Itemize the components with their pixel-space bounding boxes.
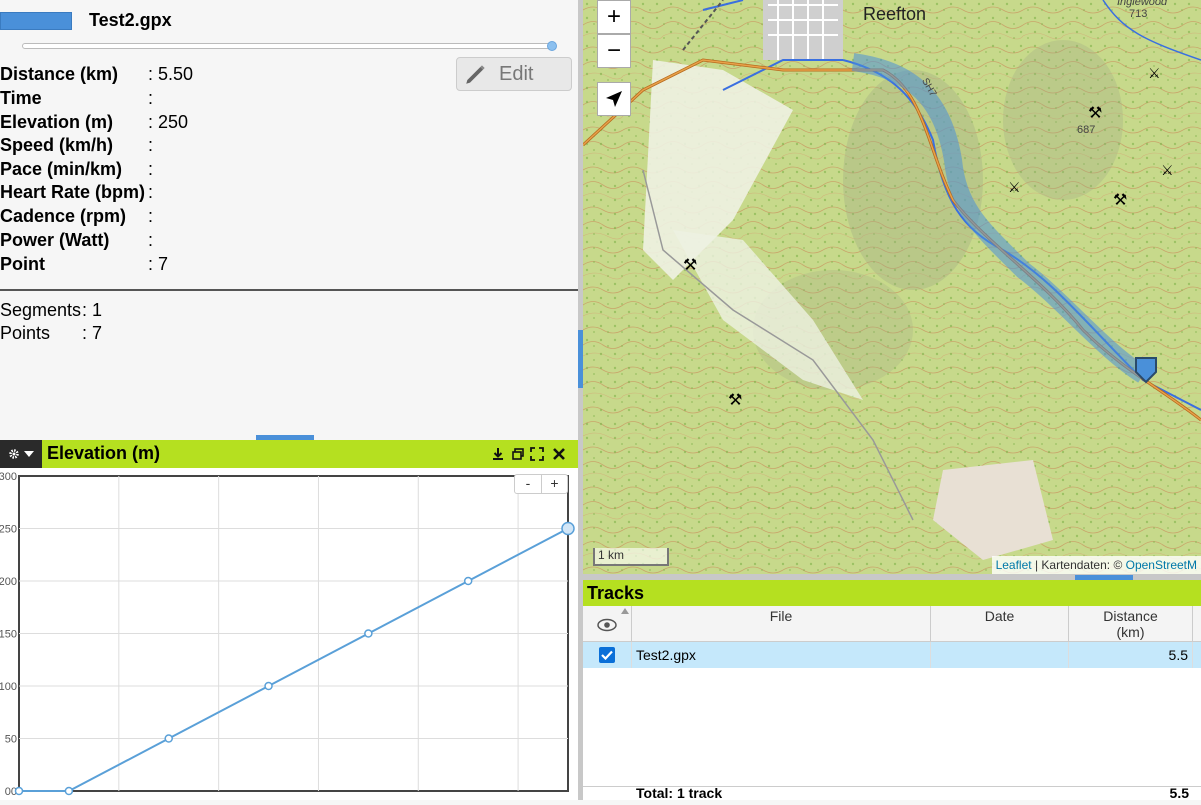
y-tick-label: 50 bbox=[5, 734, 17, 746]
map-zoom-in-button[interactable]: + bbox=[597, 0, 631, 34]
svg-text:⚒: ⚒ bbox=[728, 390, 742, 409]
map-label-town: Reefton bbox=[863, 4, 927, 24]
edit-button[interactable]: Edit bbox=[456, 57, 572, 91]
sort-arrow-icon bbox=[621, 608, 629, 614]
date-column-header[interactable]: Date bbox=[931, 606, 1069, 642]
elevation-point bbox=[561, 521, 575, 536]
chart-zoom-out-button[interactable]: - bbox=[515, 475, 541, 493]
close-icon[interactable] bbox=[552, 447, 566, 461]
file-cell: Test2.gpx bbox=[632, 642, 931, 668]
divider bbox=[0, 289, 578, 291]
gear-icon bbox=[9, 449, 19, 459]
footer-total-label: Total: 1 track bbox=[636, 785, 723, 801]
track-range-slider[interactable] bbox=[22, 41, 557, 51]
elevation-point bbox=[463, 576, 473, 586]
tracks-header: Tracks bbox=[583, 580, 1201, 606]
leaflet-link[interactable]: Leaflet bbox=[996, 558, 1032, 572]
y-tick-label: 100 bbox=[0, 681, 17, 693]
slider-handle[interactable] bbox=[547, 41, 557, 51]
elevation-header: Elevation (m) bbox=[0, 440, 578, 468]
tracks-title: Tracks bbox=[587, 583, 645, 603]
map-view[interactable]: ⚒ ⚒ ⚒ ⚒ ⚔ ⚔ ⚔ Reefton Inglewood 713 687 … bbox=[583, 0, 1201, 574]
stat-pace: Pace (min/km): bbox=[0, 159, 154, 179]
stat-distance: Distance (km): 5.50 bbox=[0, 64, 194, 84]
map-locate-button[interactable] bbox=[597, 82, 631, 116]
elevation-panel: Elevation (m) 300 250 200 150 100 50 00 - + bbox=[0, 440, 578, 800]
y-tick-label: 250 bbox=[0, 524, 17, 536]
points-info: Points: 7 bbox=[0, 323, 103, 343]
svg-text:⚒: ⚒ bbox=[683, 255, 697, 274]
svg-text:⚒: ⚒ bbox=[1113, 190, 1127, 209]
edit-button-label: Edit bbox=[499, 62, 534, 85]
svg-text:⚒: ⚒ bbox=[1088, 103, 1102, 122]
stat-cadence: Cadence (rpm): bbox=[0, 206, 154, 226]
table-row[interactable]: Test2.gpx 5.5 bbox=[583, 642, 1201, 668]
pencil-icon bbox=[466, 65, 485, 84]
caret-down-icon bbox=[24, 451, 34, 457]
svg-text:⚔: ⚔ bbox=[1161, 163, 1174, 179]
map-label-peak-elevation: 713 bbox=[1129, 8, 1148, 20]
footer-total-distance: 5.5 bbox=[1169, 785, 1189, 801]
check-icon bbox=[601, 650, 613, 660]
stat-point: Point: 7 bbox=[0, 254, 169, 274]
chart-zoom-controls: - + bbox=[514, 474, 568, 494]
y-tick-label: 200 bbox=[0, 576, 17, 588]
map-zoom-out-button[interactable]: − bbox=[597, 34, 631, 68]
stat-elevation: Elevation (m): 250 bbox=[0, 112, 189, 132]
chart-zoom-in-button[interactable]: + bbox=[541, 475, 567, 493]
stat-power: Power (Watt): bbox=[0, 230, 154, 250]
distance-cell: 5.5 bbox=[1069, 642, 1193, 668]
elevation-point bbox=[164, 734, 173, 743]
osm-link[interactable]: OpenStreetM bbox=[1126, 558, 1197, 572]
elevation-title: Elevation (m) bbox=[47, 443, 161, 463]
date-cell bbox=[931, 642, 1069, 668]
elevation-chart-svg: 3002502001501005000 bbox=[0, 471, 575, 798]
eye-icon bbox=[597, 618, 617, 632]
track-color-swatch[interactable] bbox=[0, 12, 72, 30]
map-tiles: ⚒ ⚒ ⚒ ⚒ ⚔ ⚔ ⚔ bbox=[583, 0, 1201, 574]
distance-column-header[interactable]: Distance (km) bbox=[1069, 606, 1193, 642]
map-attribution: Leaflet | Kartendaten: © OpenStreetM bbox=[991, 556, 1201, 574]
navigation-arrow-icon bbox=[606, 91, 622, 107]
popout-icon[interactable] bbox=[511, 447, 525, 461]
file-column-header[interactable]: File bbox=[632, 606, 931, 642]
elevation-point bbox=[264, 681, 273, 691]
visibility-column-header[interactable] bbox=[583, 606, 632, 642]
map-label-peak: Inglewood bbox=[1117, 0, 1168, 8]
elevation-point bbox=[364, 629, 373, 638]
visibility-cell bbox=[583, 642, 632, 668]
svg-text:⚔: ⚔ bbox=[1008, 180, 1021, 196]
download-icon[interactable] bbox=[491, 447, 505, 461]
elevation-point bbox=[64, 786, 74, 796]
stat-speed: Speed (km/h): bbox=[0, 135, 154, 155]
track-name: Test2.gpx bbox=[89, 10, 172, 30]
map-scale: 1 km bbox=[593, 548, 669, 566]
elevation-point bbox=[14, 786, 24, 796]
tracks-panel: Tracks File Date Distance (km) Test2.gpx… bbox=[583, 580, 1201, 800]
settings-menu-button[interactable] bbox=[0, 440, 42, 468]
tracks-table-header: File Date Distance (km) bbox=[583, 606, 1201, 642]
map-label-peak2-elevation: 687 bbox=[1077, 124, 1096, 136]
stat-time: Time: bbox=[0, 88, 154, 108]
y-tick-label: 300 bbox=[0, 471, 17, 483]
maximize-icon[interactable] bbox=[530, 447, 544, 461]
tracks-table-footer: Total: 1 track 5.5 bbox=[583, 786, 1201, 800]
stat-heart-rate: Heart Rate (bpm): bbox=[0, 182, 154, 202]
svg-text:⚔: ⚔ bbox=[1148, 66, 1161, 82]
visibility-checkbox[interactable] bbox=[599, 647, 615, 663]
track-details-panel: Test2.gpx Edit Distance (km): 5.50 Time:… bbox=[0, 0, 578, 437]
elevation-chart[interactable]: 300 250 200 150 100 50 00 bbox=[0, 468, 578, 800]
y-tick-label: 150 bbox=[0, 629, 17, 641]
segments-info: Segments: 1 bbox=[0, 300, 103, 320]
